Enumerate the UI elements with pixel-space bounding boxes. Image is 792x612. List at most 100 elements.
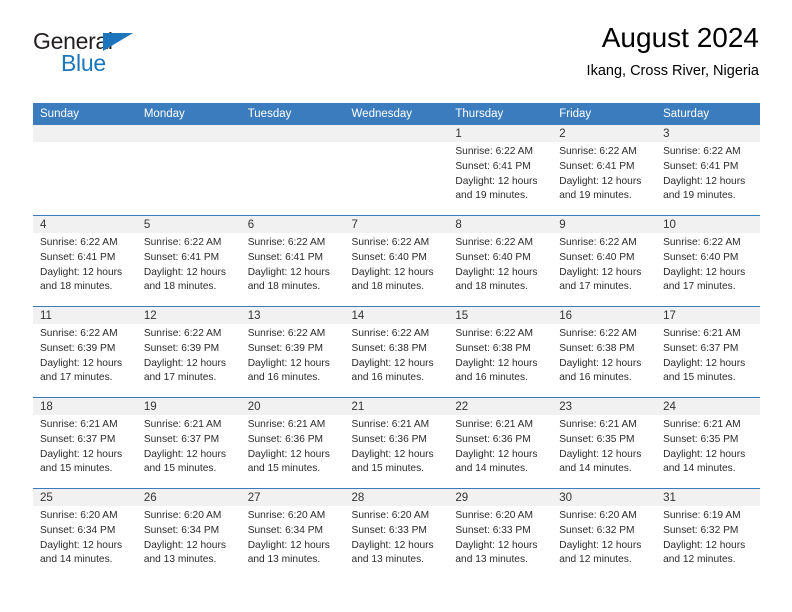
title-block: August 2024 Ikang, Cross River, Nigeria (587, 22, 759, 80)
daylight-duration-line2: and 17 minutes. (40, 372, 113, 384)
sunrise-time: Sunrise: 6:22 AM (663, 146, 741, 157)
calendar-day-cell[interactable] (240, 125, 345, 216)
calendar-day-cell[interactable]: 27 Sunrise: 6:20 AM Sunset: 6:34 PM Dayligh… (240, 488, 345, 579)
day-details: Sunrise: 6:22 AM Sunset: 6:41 PM Daylight:… (33, 233, 137, 295)
day-details: Sunrise: 6:21 AM Sunset: 6:37 PM Daylight:… (33, 415, 137, 477)
sunrise-time: Sunrise: 6:22 AM (559, 328, 637, 339)
brand-name-blue: Blue (61, 50, 106, 76)
sunrise-time: Sunrise: 6:20 AM (455, 510, 533, 521)
daylight-duration-line1: Daylight: 12 hours (247, 357, 330, 369)
calendar-day-cell[interactable]: 1 Sunrise: 6:22 AM Sunset: 6:41 PM Daylight… (448, 125, 553, 216)
daylight-duration-line1: Daylight: 12 hours (455, 266, 538, 278)
calendar-day-cell[interactable]: 19 Sunrise: 6:21 AM Sunset: 6:37 PM Dayligh… (136, 397, 241, 489)
day-details: Sunrise: 6:22 AM Sunset: 6:41 PM Daylight:… (552, 142, 656, 204)
calendar-day-cell[interactable]: 11 Sunrise: 6:22 AM Sunset: 6:39 PM Dayligh… (33, 306, 137, 398)
daylight-duration-line1: Daylight: 12 hours (663, 448, 746, 460)
calendar-week-row: 25 Sunrise: 6:20 AM Sunset: 6:34 PM Dayligh… (33, 488, 760, 579)
calendar-day-cell[interactable]: 31 Sunrise: 6:19 AM Sunset: 6:32 PM Dayligh… (656, 488, 760, 579)
calendar-day-cell[interactable]: 22 Sunrise: 6:21 AM Sunset: 6:36 PM Dayligh… (448, 397, 553, 489)
daylight-duration-line2: and 13 minutes. (455, 554, 528, 566)
calendar-day-cell[interactable]: 4 Sunrise: 6:22 AM Sunset: 6:41 PM Daylight… (33, 215, 137, 307)
calendar-day-cell[interactable]: 21 Sunrise: 6:21 AM Sunset: 6:36 PM Dayligh… (344, 397, 449, 489)
calendar-week-row: 1 Sunrise: 6:22 AM Sunset: 6:41 PM Daylight… (33, 125, 760, 216)
calendar-day-cell[interactable]: 10 Sunrise: 6:22 AM Sunset: 6:40 PM Dayligh… (656, 215, 760, 307)
daylight-duration-line2: and 15 minutes. (247, 463, 321, 475)
calendar-day-cell[interactable]: 15 Sunrise: 6:22 AM Sunset: 6:38 PM Dayligh… (448, 306, 553, 398)
weekday-header-wednesday: Wednesday (344, 103, 449, 125)
calendar-day-cell[interactable]: 18 Sunrise: 6:21 AM Sunset: 6:37 PM Dayligh… (33, 397, 137, 489)
weekday-header-sunday: Sunday (33, 103, 137, 125)
sunrise-time: Sunrise: 6:20 AM (143, 510, 222, 521)
day-details: Sunrise: 6:22 AM Sunset: 6:41 PM Daylight:… (137, 233, 241, 295)
day-details: Sunrise: 6:20 AM Sunset: 6:32 PM Daylight:… (552, 506, 656, 568)
calendar-day-cell[interactable] (136, 125, 241, 216)
calendar-day-cell[interactable]: 17 Sunrise: 6:21 AM Sunset: 6:37 PM Dayligh… (656, 306, 760, 398)
sunrise-time: Sunrise: 6:20 AM (247, 510, 326, 521)
calendar-day-cell[interactable]: 28 Sunrise: 6:20 AM Sunset: 6:33 PM Dayligh… (344, 488, 449, 579)
calendar-day-cell[interactable]: 6 Sunrise: 6:22 AM Sunset: 6:41 PM Daylight… (240, 215, 345, 307)
daylight-duration-line1: Daylight: 12 hours (351, 357, 434, 369)
daylight-duration-line1: Daylight: 12 hours (143, 357, 226, 369)
sunset-time: Sunset: 6:37 PM (143, 433, 220, 445)
day-details: Sunrise: 6:21 AM Sunset: 6:37 PM Daylight:… (137, 415, 241, 477)
daylight-duration-line2: and 15 minutes. (40, 463, 113, 475)
calendar-day-cell[interactable]: 30 Sunrise: 6:20 AM Sunset: 6:32 PM Dayligh… (552, 488, 657, 579)
calendar-day-cell[interactable]: 12 Sunrise: 6:22 AM Sunset: 6:39 PM Dayligh… (136, 306, 241, 398)
sunset-time: Sunset: 6:35 PM (559, 433, 635, 445)
daylight-duration-line1: Daylight: 12 hours (40, 266, 123, 278)
sunset-time: Sunset: 6:34 PM (40, 524, 116, 536)
day-details: Sunrise: 6:22 AM Sunset: 6:41 PM Daylight:… (656, 142, 760, 204)
day-number: 29 (448, 489, 553, 506)
daylight-duration-line1: Daylight: 12 hours (143, 539, 226, 551)
daylight-duration-line2: and 12 minutes. (663, 554, 736, 566)
calendar-day-cell[interactable] (33, 125, 137, 216)
daylight-duration-line2: and 15 minutes. (143, 463, 217, 475)
calendar-day-cell[interactable]: 23 Sunrise: 6:21 AM Sunset: 6:35 PM Dayligh… (552, 397, 657, 489)
sunrise-time: Sunrise: 6:22 AM (559, 146, 637, 157)
calendar-day-cell[interactable]: 29 Sunrise: 6:20 AM Sunset: 6:33 PM Dayligh… (448, 488, 553, 579)
day-number (344, 125, 449, 142)
calendar-day-cell[interactable]: 25 Sunrise: 6:20 AM Sunset: 6:34 PM Dayligh… (33, 488, 137, 579)
calendar-day-cell[interactable]: 7 Sunrise: 6:22 AM Sunset: 6:40 PM Daylight… (344, 215, 449, 307)
day-number: 30 (552, 489, 657, 506)
sunset-time: Sunset: 6:35 PM (663, 433, 739, 445)
sunset-time: Sunset: 6:36 PM (247, 433, 324, 445)
calendar-header-row: Sunday Monday Tuesday Wednesday Thursday… (33, 103, 760, 125)
daylight-duration-line1: Daylight: 12 hours (559, 357, 642, 369)
day-details: Sunrise: 6:22 AM Sunset: 6:41 PM Daylight:… (448, 142, 552, 204)
day-number: 20 (240, 398, 345, 415)
calendar-day-cell[interactable]: 5 Sunrise: 6:22 AM Sunset: 6:41 PM Daylight… (136, 215, 241, 307)
calendar-day-cell[interactable]: 3 Sunrise: 6:22 AM Sunset: 6:41 PM Daylight… (656, 125, 760, 216)
weekday-header-monday: Monday (136, 103, 241, 125)
day-details: Sunrise: 6:22 AM Sunset: 6:40 PM Daylight:… (656, 233, 760, 295)
sunset-time: Sunset: 6:34 PM (247, 524, 324, 536)
sunrise-time: Sunrise: 6:22 AM (559, 237, 637, 248)
daylight-duration-line1: Daylight: 12 hours (40, 448, 123, 460)
day-number: 8 (448, 216, 553, 233)
calendar-day-cell[interactable]: 14 Sunrise: 6:22 AM Sunset: 6:38 PM Dayligh… (344, 306, 449, 398)
sunset-time: Sunset: 6:41 PM (40, 251, 116, 263)
calendar-day-cell[interactable] (344, 125, 449, 216)
daylight-duration-line1: Daylight: 12 hours (663, 357, 746, 369)
calendar-day-cell[interactable]: 9 Sunrise: 6:22 AM Sunset: 6:40 PM Daylight… (552, 215, 657, 307)
calendar-day-cell[interactable]: 26 Sunrise: 6:20 AM Sunset: 6:34 PM Dayligh… (136, 488, 241, 579)
sunrise-time: Sunrise: 6:22 AM (455, 146, 533, 157)
day-details: Sunrise: 6:21 AM Sunset: 6:37 PM Daylight:… (656, 324, 760, 386)
calendar-day-cell[interactable]: 20 Sunrise: 6:21 AM Sunset: 6:36 PM Dayligh… (240, 397, 345, 489)
calendar-page: General Blue August 2024 Ikang, Cross Ri… (0, 0, 792, 612)
day-number: 24 (656, 398, 760, 415)
brand-logo[interactable]: General Blue (33, 30, 153, 78)
day-number (240, 125, 345, 142)
page-subtitle: Ikang, Cross River, Nigeria (586, 63, 759, 80)
sunset-time: Sunset: 6:33 PM (455, 524, 531, 536)
calendar-day-cell[interactable]: 13 Sunrise: 6:22 AM Sunset: 6:39 PM Dayligh… (240, 306, 345, 398)
day-number: 26 (136, 489, 241, 506)
calendar-day-cell[interactable]: 2 Sunrise: 6:22 AM Sunset: 6:41 PM Daylight… (552, 125, 657, 216)
calendar-day-cell[interactable]: 24 Sunrise: 6:21 AM Sunset: 6:35 PM Dayligh… (656, 397, 760, 489)
daylight-duration-line1: Daylight: 12 hours (247, 266, 330, 278)
day-number: 11 (33, 307, 137, 324)
daylight-duration-line2: and 17 minutes. (663, 281, 736, 293)
calendar-day-cell[interactable]: 8 Sunrise: 6:22 AM Sunset: 6:40 PM Daylight… (448, 215, 553, 307)
calendar-day-cell[interactable]: 16 Sunrise: 6:22 AM Sunset: 6:38 PM Dayligh… (552, 306, 657, 398)
daylight-duration-line2: and 13 minutes. (143, 554, 217, 566)
